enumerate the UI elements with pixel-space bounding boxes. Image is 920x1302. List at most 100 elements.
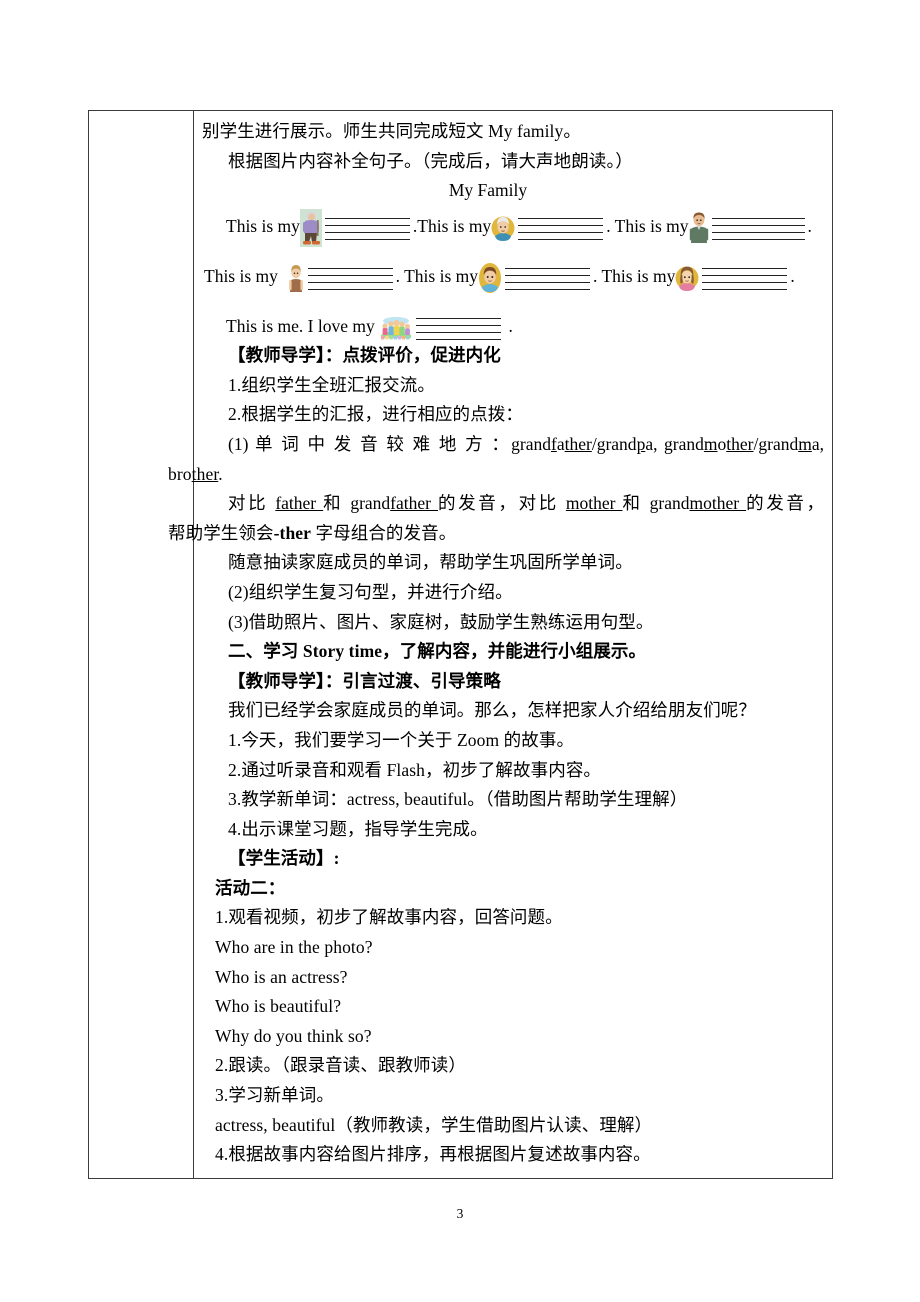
list-item-9: 1.今天，我们要学习一个关于 Zoom 的故事。: [228, 729, 575, 750]
sentence-lead-6: This is my: [601, 266, 676, 287]
sister-figure: [675, 263, 699, 293]
item-3-prefix: (1) 单 词 中 发 音 较 难 地 方 ：: [228, 433, 512, 454]
question-2: Who is an actress?: [215, 966, 348, 987]
blank-grandmother[interactable]: [518, 215, 604, 241]
word-father: father: [275, 493, 324, 514]
word-grand-5: grand: [350, 493, 391, 514]
item4b-ther: -ther: [273, 522, 312, 543]
section-two-heading: 二、学习 Story time，了解内容，并能进行小组展示。: [228, 641, 647, 662]
list-item-14: 2.跟读。（跟录音读、跟教师读）: [215, 1055, 466, 1076]
item4-p3: 的发音，对比: [438, 493, 566, 514]
comma-2: ,: [819, 433, 825, 454]
father-figure: [689, 211, 709, 245]
intro-line-1: 别学生进行展示。师生共同完成短文 My family。: [202, 121, 581, 141]
word-grand-4: grand: [758, 433, 799, 454]
list-item-17: 4.根据故事内容给图片排序，再根据图片复述故事内容。: [215, 1144, 651, 1165]
word-ther-2: ther: [726, 433, 754, 454]
blank-brother[interactable]: [505, 265, 590, 291]
sentence-lead-5: This is my: [404, 266, 478, 287]
word-mother-2: mother: [689, 493, 747, 514]
family-photo-figure: [379, 315, 414, 342]
list-item-2: 2.根据学生的汇报，进行相应的点拨：: [228, 404, 523, 425]
grandmother-figure: [491, 213, 515, 243]
lesson-plan-table: 别学生进行展示。师生共同完成短文 My family。 根据图片内容补全句子。（…: [88, 110, 833, 1179]
period-6: .: [790, 266, 795, 287]
word-ther-1: ther: [564, 433, 592, 454]
word-father-2: father: [390, 493, 438, 514]
word-m-2: m: [798, 433, 812, 454]
self-sentence: This is me. I love my: [226, 316, 375, 337]
family-sentence-row-3: This is me. I love my .: [202, 311, 824, 342]
activity-two-heading: 活动二：: [215, 877, 286, 898]
item4-p5: 的发音，: [746, 493, 825, 514]
question-3: Who is beautiful?: [215, 996, 342, 1017]
mother-figure: [287, 261, 305, 295]
item-3-words: grandfather/grandpa, grandmother/grandma…: [511, 434, 824, 454]
word-a-3: a: [811, 433, 820, 454]
grandfather-figure: [299, 209, 322, 248]
teacher-guide-1-text: 点拨评价，促进内化: [342, 345, 501, 366]
teacher-guide-1-label: 【教师导学】：: [228, 345, 343, 366]
list-item-8: 我们已经学会家庭成员的单词。那么，怎样把家人介绍给朋友们呢？: [228, 700, 756, 721]
word-bro: bro: [168, 463, 192, 484]
teacher-guide-2-text: 引言过渡、引导策略: [342, 670, 501, 691]
list-item-13: 1.观看视频，初步了解故事内容，回答问题。: [215, 907, 563, 928]
brother-figure: [478, 262, 502, 294]
period-7: .: [508, 316, 513, 337]
blank-grandfather[interactable]: [324, 215, 410, 241]
worksheet-title: My Family: [448, 180, 528, 201]
word-a-2: a: [645, 433, 654, 454]
list-item-1: 1.组织学生全班汇报交流。: [228, 374, 435, 395]
list-item-12: 4.出示课堂习题，指导学生完成。: [228, 818, 488, 839]
period-3: .: [807, 216, 812, 237]
question-4: Why do you think so?: [215, 1025, 372, 1046]
period-bro: .: [218, 463, 223, 484]
word-grand-2: grand: [596, 433, 637, 454]
student-activity-heading: 【学生活动】:: [228, 848, 340, 869]
item4-p2: 和: [323, 493, 351, 514]
left-column-content: [89, 111, 193, 1159]
question-1: Who are in the photo?: [215, 937, 373, 958]
list-item-4-cont: 帮助学生领会-ther 字母组合的发音。: [168, 519, 824, 549]
comma-1: ,: [653, 433, 658, 454]
teacher-guide-2-label: 【教师导学】：: [228, 670, 343, 691]
word-p: p: [636, 433, 646, 454]
item4b-c: 字母组合的发音。: [311, 522, 457, 543]
teacher-guide-heading-2: 【教师导学】：引言过渡、引导策略: [202, 667, 824, 697]
blank-sister[interactable]: [702, 265, 788, 291]
list-item-5: 随意抽读家庭成员的单词，帮助学生巩固所学单词。: [228, 552, 633, 573]
item4b-a: 帮助学生领会: [168, 522, 274, 543]
teacher-guide-heading-1: 【教师导学】：点拨评价，促进内化: [202, 341, 824, 371]
word-a-1: a: [556, 433, 565, 454]
word-grand-6: grand: [649, 493, 690, 514]
sentence-lead-3: This is my: [614, 216, 689, 237]
list-item-10: 2.通过听录音和观看 Flash，初步了解故事内容。: [228, 759, 602, 780]
list-item-3: (1) 单 词 中 发 音 较 难 地 方 ：grandfather/grand…: [202, 430, 824, 460]
sentence-lead-4: This is my: [204, 266, 278, 287]
list-item-11: 3.教学新单词：actress, beautiful。（借助图片帮助学生理解）: [228, 789, 688, 810]
blank-family[interactable]: [416, 315, 502, 341]
document-page: 别学生进行展示。师生共同完成短文 My family。 根据图片内容补全句子。（…: [0, 0, 920, 1302]
item4-p1: 对比: [228, 493, 276, 514]
word-m-1: m: [703, 433, 718, 454]
blank-father[interactable]: [711, 215, 805, 241]
item4-p4: 和: [622, 493, 650, 514]
list-item-7: (3)借助照片、图片、家庭树，鼓励学生熟练运用句型。: [228, 611, 654, 632]
table-row: 别学生进行展示。师生共同完成短文 My family。 根据图片内容补全句子。（…: [88, 110, 833, 1179]
period-2: .: [606, 216, 615, 237]
sentence-lead-2: This is my: [417, 216, 492, 237]
word-mother: mother: [565, 493, 623, 514]
list-item-15: 3.学习新单词。: [215, 1085, 334, 1106]
family-sentence-row-1: This is my .This is my . This is my .: [202, 209, 824, 248]
word-o: o: [717, 433, 727, 454]
blank-mother[interactable]: [307, 265, 393, 291]
sentence-lead-1: This is my: [226, 216, 300, 237]
word-grand-1: grand: [511, 433, 551, 454]
family-sentence-row-2: This is my . This is my . This is my .: [202, 261, 824, 295]
right-column-cell: 别学生进行展示。师生共同完成短文 My family。 根据图片内容补全句子。（…: [168, 110, 833, 1179]
word-ther-3: ther: [191, 463, 219, 484]
list-item-4: 对比 father 和 grandfather 的发音，对比 mother 和 …: [202, 489, 824, 519]
word-grand-3: grand: [664, 433, 704, 454]
period-4: .: [395, 266, 405, 287]
page-number: 3: [456, 1206, 464, 1221]
